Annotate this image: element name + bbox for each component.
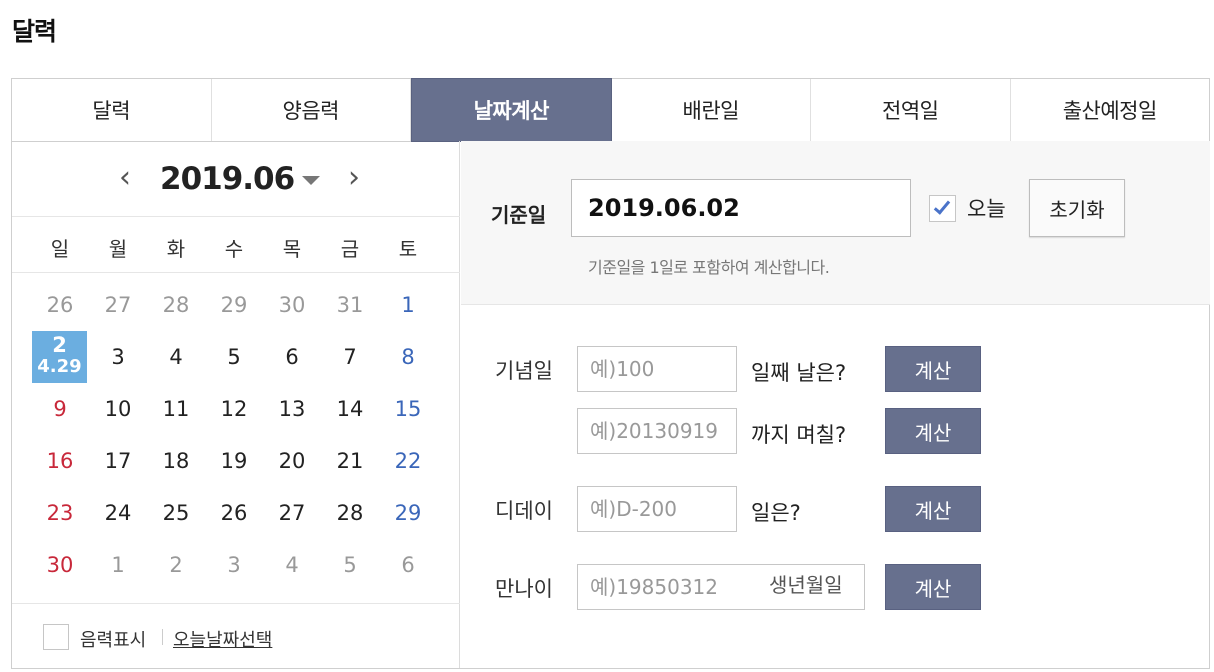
calendar-day[interactable]: 28 [321,493,379,533]
today-checkbox[interactable] [929,195,956,222]
age-label: 만나이 [495,577,553,601]
calendar-day[interactable]: 22 [379,441,437,481]
base-date-section: 기준일 오늘 초기화 기준일을 1일로 포함하여 계산합니다. [461,141,1210,305]
dday-calc-button[interactable]: 계산 [885,486,981,532]
show-lunar-label[interactable]: 음력표시 [80,626,146,652]
chevron-left-icon[interactable]: ‹ [113,163,137,195]
tab-bar: 달력 양음력 날짜계산 배란일 전역일 출산예정일 [11,78,1210,142]
calendar-day[interactable]: 4 [263,545,321,585]
calendar-day[interactable]: 5 [205,337,263,377]
until-date-calc-button[interactable]: 계산 [885,408,981,454]
base-date-input[interactable] [571,179,911,237]
calendar-day[interactable]: 10 [89,389,147,429]
weekday-label: 화 [166,237,186,261]
weekday-label: 수 [224,237,244,261]
calendar-day[interactable]: 29 [205,285,263,325]
page-title: 달력 [12,17,57,46]
weekday-label: 토 [398,237,418,261]
reset-button[interactable]: 초기화 [1029,179,1125,237]
weekday-label: 일 [50,237,70,261]
tab-calendar[interactable]: 달력 [12,79,212,141]
tab-due-date[interactable]: 출산예정일 [1011,79,1210,141]
calendar-day[interactable]: 26 [31,285,89,325]
date-calc-form: 기준일 오늘 초기화 기준일을 1일로 포함하여 계산합니다. 기념일 일째 날… [461,141,1210,668]
select-today-link[interactable]: 오늘날짜선택 [173,626,272,652]
calendar-day[interactable]: 3 [205,545,263,585]
caret-down-icon[interactable] [302,176,320,185]
anniversary-label: 기념일 [495,359,553,383]
show-lunar-checkbox[interactable] [43,624,69,650]
calendar-day[interactable]: 24 [89,493,147,533]
month-label[interactable]: 2019.06 [160,161,295,197]
until-date-input[interactable] [577,408,737,454]
calendar-day[interactable]: 28 [147,285,205,325]
calendar-day[interactable]: 7 [321,337,379,377]
calendar-day[interactable]: 2 [147,545,205,585]
until-date-suffix: 까지 며칠? [751,423,847,447]
dday-label: 디데이 [495,499,553,523]
calendar-day[interactable]: 6 [263,337,321,377]
calendar-day[interactable]: 3 [89,337,147,377]
birthdate-hint: 생년월일 [769,573,843,597]
tab-date-calc[interactable]: 날짜계산 [411,78,612,142]
check-icon [933,197,951,215]
calendar-day[interactable]: 16 [31,441,89,481]
calendar-day[interactable]: 20 [263,441,321,481]
age-calc-button[interactable]: 계산 [885,564,981,610]
calendar-day[interactable]: 27 [89,285,147,325]
chevron-right-icon[interactable]: › [342,163,366,195]
calendar-day[interactable]: 2 4.29 [32,331,87,383]
content-panel: ‹ 2019.06 › 일 월 화 수 목 금 토 26 27 28 29 30 31 1 2… [11,141,1210,669]
calendar-day[interactable]: 19 [205,441,263,481]
calendar-day[interactable]: 9 [31,389,89,429]
calendar-day[interactable]: 27 [263,493,321,533]
dday-suffix: 일은? [751,501,801,525]
calendar-day[interactable]: 21 [321,441,379,481]
dday-input[interactable] [577,486,737,532]
calendar-day[interactable]: 5 [321,545,379,585]
calendar-header: ‹ 2019.06 › [12,141,460,217]
calendar-day[interactable]: 13 [263,389,321,429]
calendar-day[interactable]: 6 [379,545,437,585]
calendar-day[interactable]: 17 [89,441,147,481]
calendar-day[interactable]: 18 [147,441,205,481]
calendar-day[interactable]: 26 [205,493,263,533]
selected-day-number: 2 [52,333,67,357]
weekday-label: 목 [282,237,302,261]
calendar-day[interactable]: 1 [89,545,147,585]
calendar-footer: 음력표시 오늘날짜선택 [12,603,460,668]
divider [162,629,163,645]
calendar-day[interactable]: 12 [205,389,263,429]
base-date-note: 기준일을 1일로 포함하여 계산합니다. [588,258,830,277]
calendar-day[interactable]: 25 [147,493,205,533]
lunar-date: 4.29 [37,356,82,377]
tab-discharge[interactable]: 전역일 [811,79,1011,141]
today-label[interactable]: 오늘 [967,193,1006,223]
calendar-day[interactable]: 30 [31,545,89,585]
anniversary-input[interactable] [577,346,737,392]
calendar-day[interactable]: 4 [147,337,205,377]
calendar-day[interactable]: 23 [31,493,89,533]
calendar-day[interactable]: 14 [321,389,379,429]
calendar-day[interactable]: 1 [379,285,437,325]
calendar-day[interactable]: 31 [321,285,379,325]
anniversary-suffix: 일째 날은? [751,361,847,385]
weekday-label: 월 [108,237,128,261]
calendar: ‹ 2019.06 › 일 월 화 수 목 금 토 26 27 28 29 30 31 1 2… [12,141,460,668]
calendar-day[interactable]: 15 [379,389,437,429]
anniversary-calc-button[interactable]: 계산 [885,346,981,392]
calendar-day[interactable]: 29 [379,493,437,533]
weekday-label: 금 [340,237,360,261]
calendar-day[interactable]: 30 [263,285,321,325]
calendar-day[interactable]: 11 [147,389,205,429]
weekday-header: 일 월 화 수 목 금 토 [12,217,460,273]
tab-lunar-solar[interactable]: 양음력 [212,79,411,141]
base-date-label: 기준일 [491,203,547,227]
tab-ovulation[interactable]: 배란일 [612,79,811,141]
calendar-day[interactable]: 8 [379,337,437,377]
